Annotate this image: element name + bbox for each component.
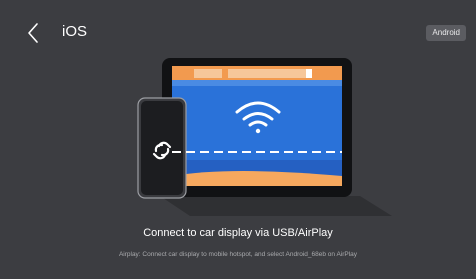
phone-illustration [137, 97, 187, 199]
projection-screen: iOS Android Connect to car display via U… [0, 0, 476, 279]
airplay-instruction-text: Airplay: Connect car display to mobile h… [118, 251, 358, 258]
tablet-shadow [160, 196, 392, 216]
car-display-illustration [162, 58, 352, 197]
connect-instruction-title: Connect to car display via USB/AirPlay [143, 227, 333, 239]
